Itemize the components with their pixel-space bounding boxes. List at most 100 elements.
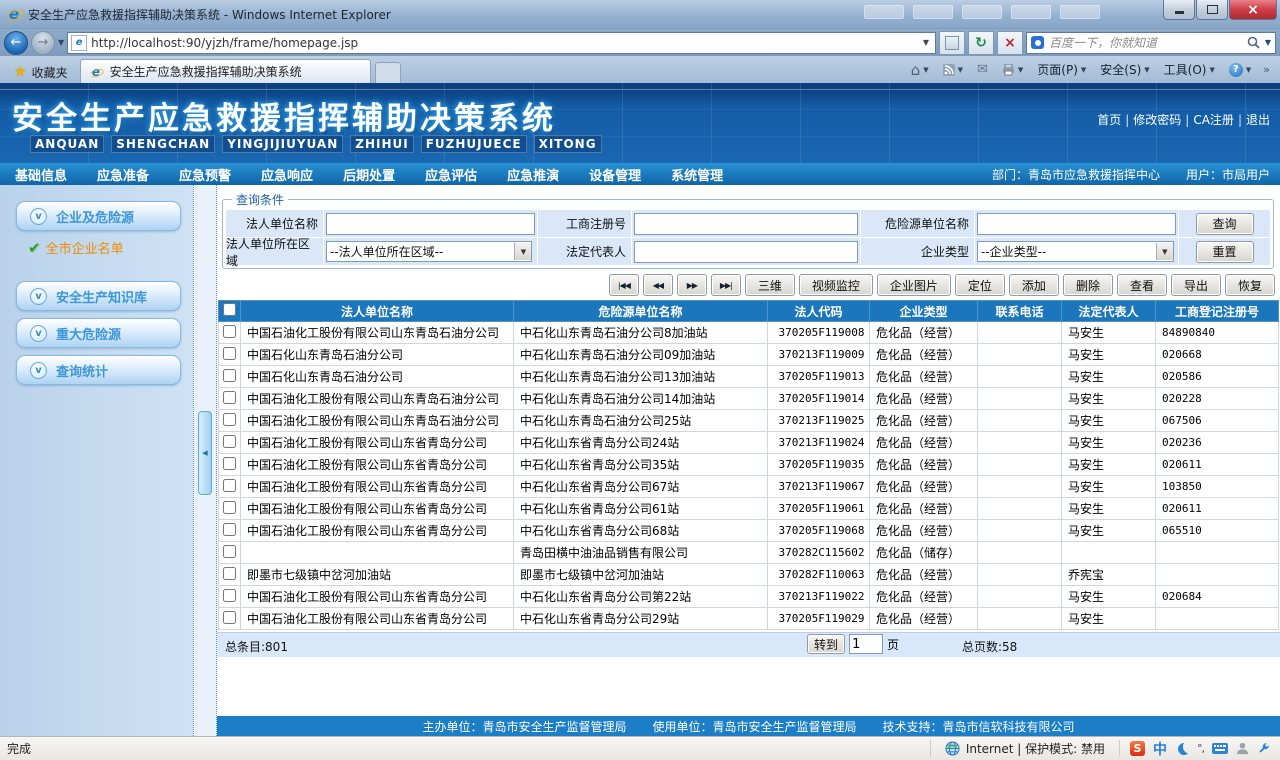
keyboard-icon[interactable] [1212, 743, 1228, 754]
row-checkbox[interactable] [223, 478, 236, 492]
splitter-collapse-handle[interactable]: ◀ [198, 411, 212, 495]
toolbar-button[interactable]: 添加 [1008, 274, 1059, 296]
row-checkbox[interactable] [223, 456, 236, 470]
nav-item[interactable]: 应急响应 [246, 165, 328, 184]
table-row[interactable]: 中国石油化工股份有限公司山东省青岛分公司 中石化山东省青岛分公司61站 370205… [218, 497, 1279, 520]
sidebar-button[interactable]: v 重大危险源 [16, 318, 181, 348]
nav-item[interactable]: 后期处置 [328, 165, 410, 184]
row-checkbox[interactable] [223, 324, 236, 338]
nav-item[interactable]: 系统管理 [656, 165, 738, 184]
minimize-button[interactable] [1163, 0, 1195, 20]
banner-link[interactable]: 修改密码 [1133, 111, 1181, 128]
select-all-checkbox[interactable] [223, 303, 236, 316]
row-checkbox[interactable] [223, 610, 236, 624]
more-commands-chevron[interactable]: » [1259, 63, 1274, 76]
toolbar-button[interactable]: 企业图片 [876, 274, 951, 296]
table-row[interactable]: 中国石化山东青岛石油分公司 中石化山东青岛石油分公司13加油站 370205F119… [218, 365, 1279, 388]
banner-link[interactable]: 退出 [1246, 111, 1270, 128]
reset-button[interactable]: 重置 [1195, 240, 1254, 263]
reg-no-input[interactable] [634, 212, 858, 235]
region-select[interactable]: --法人单位所在区域-- ▼ [326, 241, 533, 262]
security-menu[interactable]: 安全(S) ▼ [1094, 59, 1155, 81]
tools-menu[interactable]: 工具(O) ▼ [1158, 59, 1221, 81]
row-checkbox[interactable] [223, 544, 236, 558]
home-button[interactable]: ⌂ ▼ [905, 59, 935, 81]
legal-rep-input[interactable] [634, 240, 858, 263]
row-checkbox[interactable] [223, 434, 236, 448]
page-menu[interactable]: 页面(P) ▼ [1031, 59, 1092, 81]
toolbar-button[interactable]: 恢复 [1224, 274, 1275, 296]
row-checkbox[interactable] [223, 566, 236, 580]
row-checkbox[interactable] [223, 500, 236, 514]
history-dropdown-icon[interactable]: ▼ [58, 38, 64, 47]
pager-button[interactable]: ◀◀ [642, 274, 673, 296]
print-button[interactable]: ▼ [996, 59, 1029, 81]
table-row[interactable]: 中国石油化工股份有限公司山东省青岛分公司 中石化山东省青岛分公司35站 370205… [218, 453, 1279, 476]
forward-button[interactable]: → [31, 30, 55, 55]
refresh-button[interactable]: ↻ [968, 30, 994, 55]
url-dropdown-icon[interactable]: ▼ [920, 38, 932, 47]
table-row[interactable]: 中国石油化工股份有限公司山东青岛石油分公司 中石化山东青岛石油分公司25站 3702… [218, 409, 1279, 432]
sidebar-item-city-enterprise-list[interactable]: ✔ 全市企业名单 [28, 238, 193, 258]
nav-item[interactable]: 应急预警 [164, 165, 246, 184]
toolbar-button[interactable]: 三维 [744, 274, 795, 296]
close-button[interactable]: × [1229, 0, 1277, 20]
wrench-icon[interactable] [1257, 742, 1270, 755]
corp-name-input[interactable] [326, 212, 535, 235]
help-menu[interactable]: ? ▼ [1223, 59, 1257, 81]
favorites-button[interactable]: ★ 收藏夹 [6, 61, 76, 83]
table-row[interactable]: 中国石油化工股份有限公司山东省青岛分公司 中石化山东省青岛分公司67站 370213… [218, 475, 1279, 498]
goto-page-button[interactable]: 转到 [807, 634, 846, 654]
ent-type-select[interactable]: --企业类型-- ▼ [977, 241, 1174, 262]
pager-button[interactable]: ▶▶| [710, 274, 741, 296]
banner-link[interactable]: CA注册 [1193, 111, 1234, 128]
sidebar-button-enterprise-hazard[interactable]: v 企业及危险源 [16, 201, 181, 231]
compatibility-view-button[interactable] [939, 30, 965, 55]
toolbar-button[interactable]: 视频监控 [798, 274, 873, 296]
table-row[interactable]: 中国石油化工股份有限公司山东省青岛分公司 中石化山东省青岛分公司24站 370213… [218, 431, 1279, 454]
search-dropdown-icon[interactable]: ▼ [1265, 38, 1271, 47]
user-icon[interactable] [1236, 742, 1249, 755]
punctuation-mode-icon[interactable]: °, [1197, 742, 1205, 755]
pager-button[interactable]: ▶▶ [676, 274, 707, 296]
table-row[interactable]: 中国石油化工股份有限公司山东省青岛分公司 中石化山东省青岛分公司29站 370205… [218, 607, 1279, 630]
row-checkbox[interactable] [223, 412, 236, 426]
row-checkbox[interactable] [223, 390, 236, 404]
url-field[interactable]: e http://localhost:90/yjzh/frame/homepag… [67, 31, 936, 54]
row-checkbox[interactable] [223, 368, 236, 382]
toolbar-button[interactable]: 查看 [1116, 274, 1167, 296]
search-button[interactable]: 查询 [1195, 212, 1254, 235]
hazard-name-input[interactable] [977, 212, 1176, 235]
toolbar-button[interactable]: 定位 [954, 274, 1005, 296]
nav-item[interactable]: 基础信息 [0, 165, 82, 184]
row-checkbox[interactable] [223, 346, 236, 360]
sidebar-button[interactable]: v 查询统计 [16, 355, 181, 385]
toolbar-button[interactable]: 导出 [1170, 274, 1221, 296]
table-row[interactable]: 即墨市七级镇中岔河加油站 即墨市七级镇中岔河加油站 370282F110063 危化品… [218, 563, 1279, 586]
table-row[interactable]: 中国石油化工股份有限公司山东省青岛分公司 中石化山东省青岛分公司68站 370205… [218, 519, 1279, 542]
search-icon[interactable] [1247, 36, 1260, 49]
nav-item[interactable]: 应急推演 [492, 165, 574, 184]
page-number-input[interactable] [849, 634, 884, 654]
sogou-icon[interactable]: S [1130, 741, 1145, 756]
chinese-mode-icon[interactable]: 中 [1153, 739, 1167, 759]
table-row[interactable]: 中国石油化工股份有限公司山东青岛石油分公司 中石化山东青岛石油分公司8加油站 370… [218, 321, 1279, 344]
read-mail-button[interactable]: ✉ [971, 59, 994, 81]
stop-button[interactable]: × [997, 30, 1023, 55]
table-row[interactable]: 中国石油化工股份有限公司山东青岛石油分公司 中石化山东青岛石油分公司14加油站 37… [218, 387, 1279, 410]
row-checkbox[interactable] [223, 588, 236, 602]
feeds-button[interactable]: ▼ [937, 59, 969, 81]
nav-item[interactable]: 设备管理 [574, 165, 656, 184]
nav-item[interactable]: 应急准备 [82, 165, 164, 184]
toolbar-button[interactable]: 删除 [1062, 274, 1113, 296]
table-row[interactable]: 中国石化山东青岛石油分公司 中石化山东青岛石油分公司09加油站 370213F119… [218, 343, 1279, 366]
maximize-button[interactable] [1196, 0, 1228, 20]
pager-button[interactable]: |◀◀ [608, 274, 639, 296]
moon-icon[interactable] [1175, 742, 1189, 756]
nav-item[interactable]: 应急评估 [410, 165, 492, 184]
sidebar-button[interactable]: v 安全生产知识库 [16, 281, 181, 311]
banner-link[interactable]: 首页 [1097, 111, 1121, 128]
new-tab-button[interactable] [374, 62, 401, 83]
back-button[interactable]: ← [4, 30, 28, 55]
table-row[interactable]: 中国石油化工股份有限公司山东省青岛分公司 中石化山东省青岛分公司第22站 37021… [218, 585, 1279, 608]
